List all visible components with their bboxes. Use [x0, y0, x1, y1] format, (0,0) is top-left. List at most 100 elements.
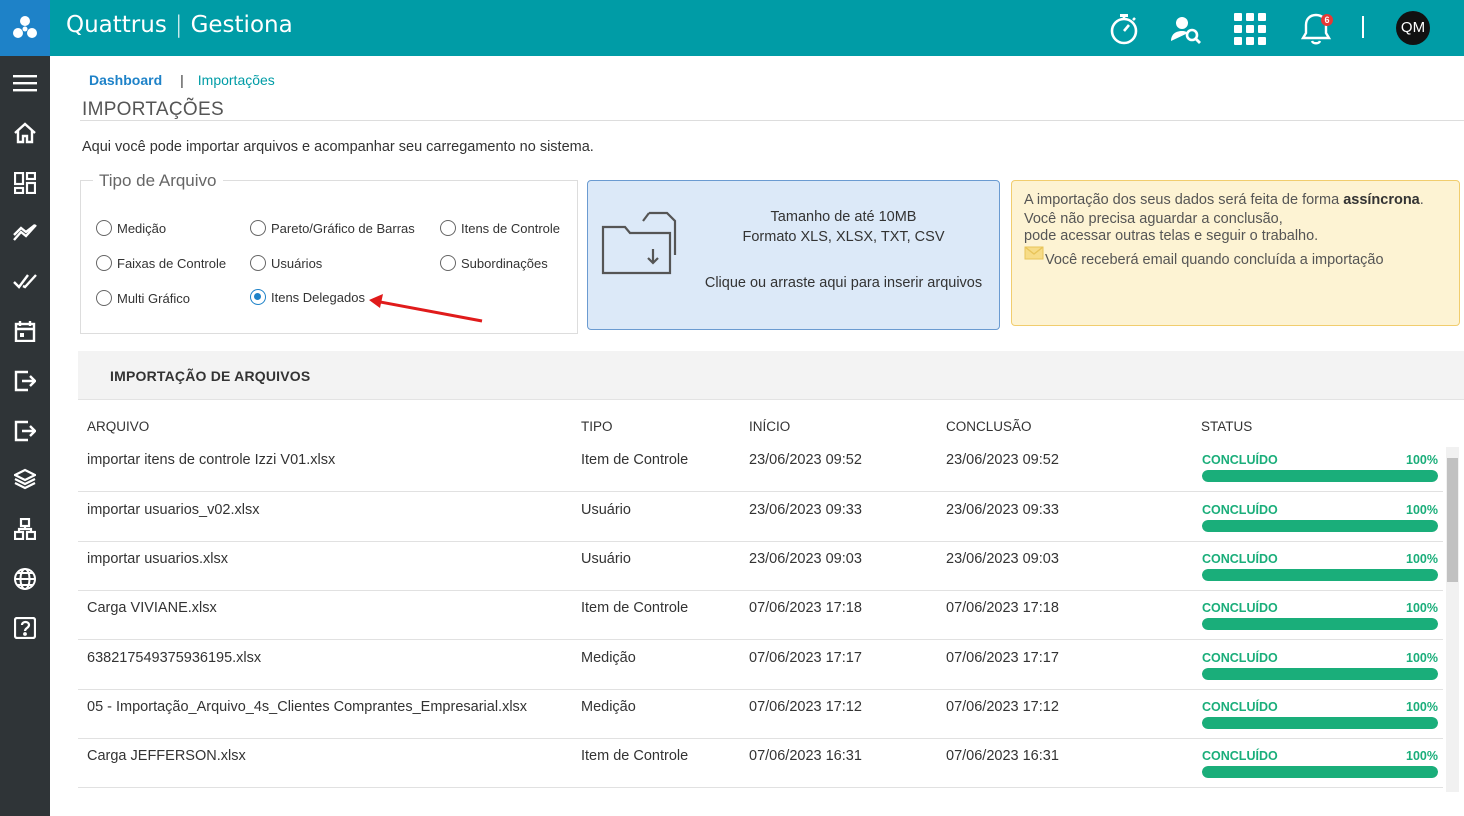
table-row[interactable]: Carga VIVIANE.xlsx Item de Controle 07/06/… — [78, 591, 1443, 640]
radio-circle[interactable] — [250, 220, 266, 236]
double-check-icon[interactable] — [10, 266, 40, 296]
notification-badge: 6 — [1321, 14, 1333, 26]
progress-bar — [1202, 668, 1438, 680]
async-info-box: A importação dos seus dados será feita d… — [1011, 180, 1460, 326]
cell-file: importar usuarios.xlsx — [87, 551, 229, 567]
status-percent: 100% — [1406, 749, 1438, 763]
status-label: CONCLUÍDO — [1202, 749, 1278, 763]
radio-itens-de-controle[interactable]: Itens de Controle — [440, 220, 560, 236]
radio-pareto[interactable]: Pareto/Gráfico de Barras — [250, 220, 415, 236]
status-percent: 100% — [1406, 651, 1438, 665]
table-row[interactable]: importar usuarios.xlsx Usuário 23/06/2023 … — [78, 542, 1443, 591]
chart-line-icon[interactable] — [10, 218, 40, 248]
export-icon[interactable] — [10, 416, 40, 446]
table-row[interactable]: importar itens de controle Izzi V01.xlsx… — [78, 443, 1443, 492]
radio-label: Usuários — [271, 255, 323, 271]
table-row[interactable]: importar usuarios_v02.xlsx Usuário 23/06/2… — [78, 493, 1443, 542]
cell-start: 07/06/2023 17:17 — [749, 650, 862, 666]
cell-type: Item de Controle — [581, 600, 689, 616]
table-scroll-thumb[interactable] — [1447, 458, 1458, 582]
col-header-start: INÍCIO — [749, 419, 791, 434]
file-dropzone[interactable]: Tamanho de até 10MB Formato XLS, XLSX, T… — [587, 180, 1000, 330]
table-row[interactable]: 05 - Importação_Arquivo_4s_Clientes Comp… — [78, 690, 1443, 739]
radio-subordinacoes[interactable]: Subordinações — [440, 255, 548, 271]
radio-itens-delegados[interactable]: Itens Delegados — [250, 289, 365, 305]
cell-start: 23/06/2023 09:03 — [749, 551, 862, 567]
radio-usuarios[interactable]: Usuários — [250, 255, 322, 271]
progress-bar — [1202, 618, 1438, 630]
cell-type: Usuário — [581, 551, 631, 567]
breadcrumb-dashboard-link[interactable]: Dashboard — [89, 72, 162, 88]
cell-end: 23/06/2023 09:03 — [946, 551, 1059, 567]
radio-circle[interactable] — [440, 220, 456, 236]
calendar-icon[interactable] — [10, 316, 40, 346]
radio-multi-grafico[interactable]: Multi Gráfico — [96, 290, 190, 306]
dropzone-formats: Formato XLS, XLSX, TXT, CSV — [742, 229, 945, 245]
globe-icon[interactable] — [10, 564, 40, 594]
breadcrumb-separator: | — [180, 72, 184, 88]
cell-type: Medição — [581, 650, 636, 666]
app-logo[interactable] — [0, 0, 50, 56]
cell-end: 07/06/2023 17:17 — [946, 650, 1059, 666]
info-text: . — [1419, 192, 1424, 208]
cell-start: 07/06/2023 17:12 — [749, 699, 862, 715]
dropzone-size: Tamanho de até 10MB — [770, 209, 917, 225]
dropzone-hint: Clique ou arraste aqui para inserir arqu… — [704, 275, 983, 291]
status-percent: 100% — [1406, 700, 1438, 714]
menu-icon[interactable] — [10, 68, 40, 98]
annotation-arrow — [369, 294, 483, 323]
radio-medicao[interactable]: Medição — [96, 220, 166, 236]
col-header-file: ARQUIVO — [87, 419, 150, 434]
radio-label: Subordinações — [461, 255, 548, 271]
brand-title: Quattrus | Gestiona — [66, 12, 293, 38]
radio-circle[interactable] — [96, 255, 112, 271]
radio-label: Faixas de Controle — [117, 255, 227, 271]
radio-label: Medição — [117, 220, 167, 236]
folder-download-icon — [601, 211, 677, 275]
radio-circle-selected[interactable] — [250, 289, 266, 305]
radio-circle[interactable] — [250, 255, 266, 271]
progress-bar — [1202, 569, 1438, 581]
info-text: A importação dos seus dados será feita d… — [1024, 192, 1344, 208]
status-label: CONCLUÍDO — [1202, 453, 1278, 467]
user-search-icon[interactable] — [1169, 12, 1203, 46]
cell-file: importar usuarios_v02.xlsx — [87, 502, 260, 518]
imports-panel-title: IMPORTAÇÃO DE ARQUIVOS — [110, 368, 311, 384]
status-percent: 100% — [1406, 601, 1438, 615]
progress-bar — [1202, 520, 1438, 532]
hierarchy-icon[interactable] — [10, 514, 40, 544]
cell-file: Carga VIVIANE.xlsx — [87, 600, 217, 616]
status-percent: 100% — [1406, 503, 1438, 517]
file-type-group: Tipo de Arquivo Medição Pareto/Gráfico d… — [80, 171, 578, 334]
progress-fill — [1202, 618, 1438, 630]
table-row[interactable]: 638217549375936195.xlsx Medição 07/06/2023… — [78, 641, 1443, 690]
status-label: CONCLUÍDO — [1202, 651, 1278, 665]
stopwatch-icon[interactable] — [1107, 12, 1141, 46]
cell-end: 23/06/2023 09:52 — [946, 452, 1059, 468]
file-type-legend: Tipo de Arquivo — [93, 171, 223, 191]
breadcrumb-current[interactable]: Importações — [198, 72, 275, 88]
radio-circle[interactable] — [96, 290, 112, 306]
help-icon[interactable] — [10, 613, 40, 643]
home-icon[interactable] — [10, 118, 40, 148]
dashboard-icon[interactable] — [10, 168, 40, 198]
top-bar: Quattrus | Gestiona 6 QM — [0, 0, 1464, 56]
radio-faixas-de-controle[interactable]: Faixas de Controle — [96, 255, 226, 271]
progress-fill — [1202, 470, 1438, 482]
table-row[interactable]: Carga JEFFERSON.xlsx Item de Controle 07/0… — [78, 739, 1443, 788]
user-avatar[interactable]: QM — [1396, 11, 1430, 45]
cell-type: Item de Controle — [581, 748, 689, 764]
import-icon[interactable] — [10, 366, 40, 396]
progress-fill — [1202, 766, 1438, 778]
layers-icon[interactable] — [10, 464, 40, 494]
cell-file: importar itens de controle Izzi V01.xlsx — [87, 452, 336, 468]
apps-grid-icon[interactable] — [1233, 12, 1267, 46]
radio-circle[interactable] — [96, 220, 112, 236]
product-name: Gestiona — [190, 12, 293, 38]
progress-fill — [1202, 668, 1438, 680]
brand-name: Quattrus — [66, 12, 167, 38]
status-label: CONCLUÍDO — [1202, 503, 1278, 517]
progress-bar — [1202, 717, 1438, 729]
radio-circle[interactable] — [440, 255, 456, 271]
page-intro: Aqui você pode importar arquivos e acomp… — [82, 139, 594, 155]
